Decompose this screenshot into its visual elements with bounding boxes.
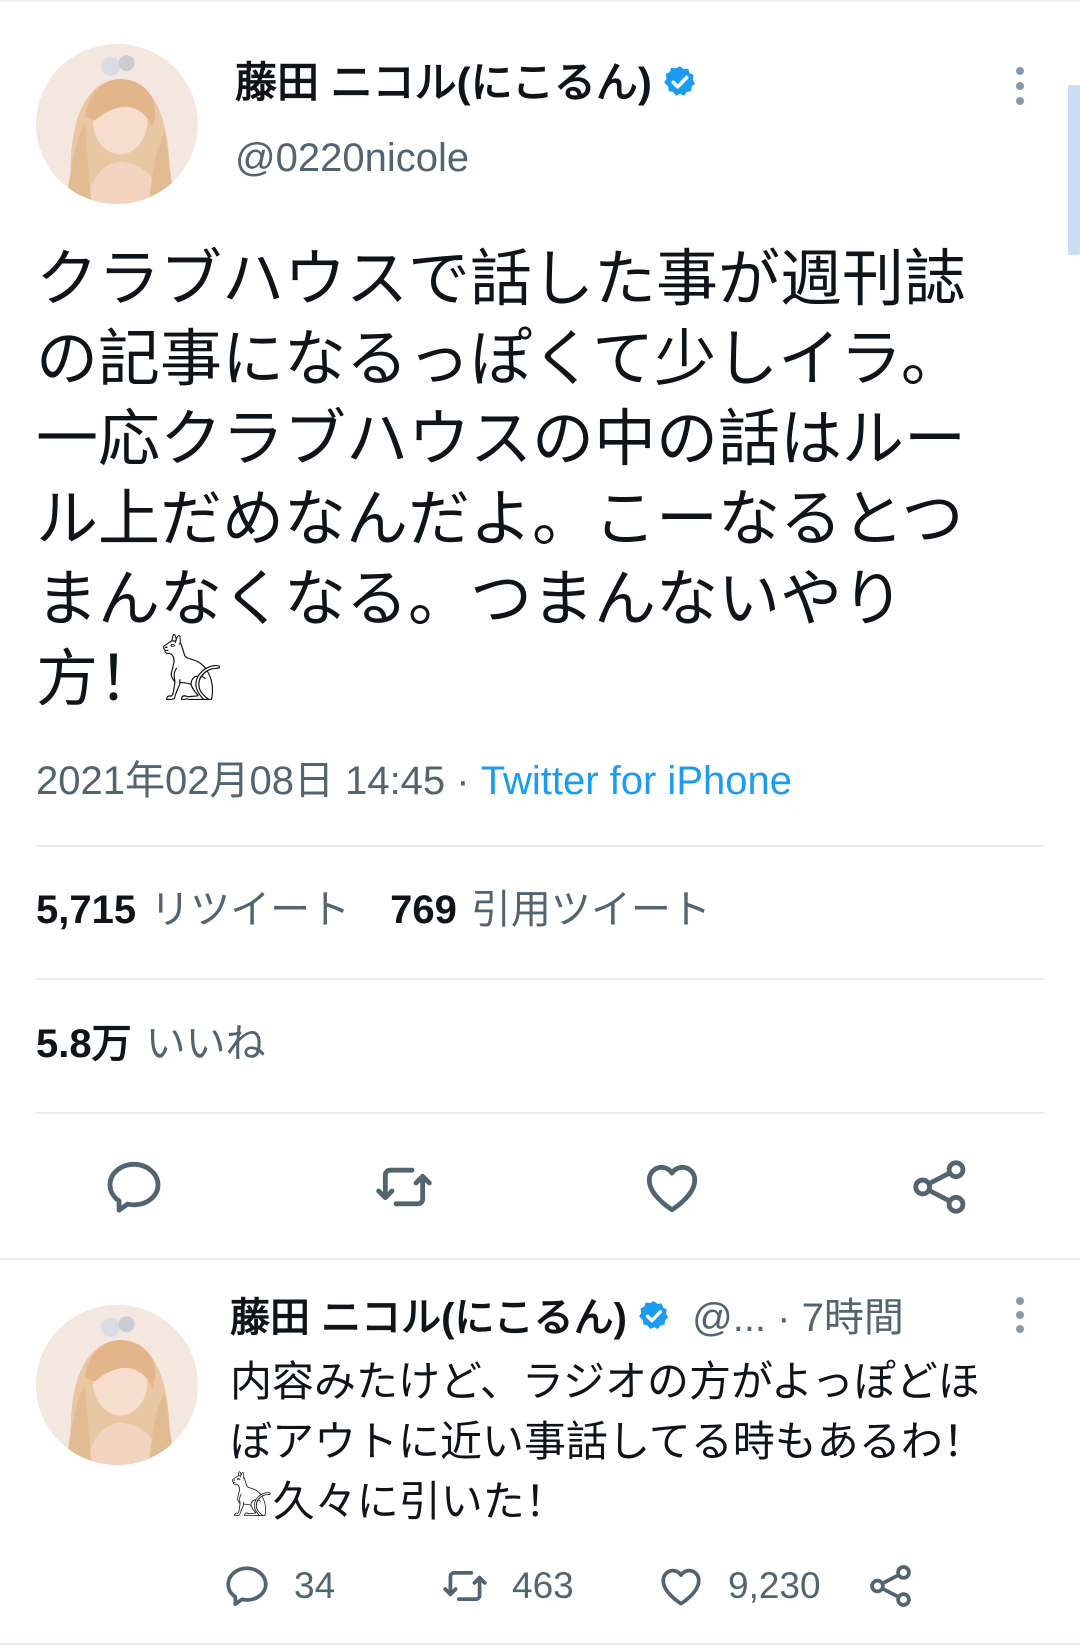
like-icon [661,1568,701,1606]
section-divider [0,1258,1080,1260]
reply-retweet-button[interactable]: 463 [440,1558,574,1614]
author-name[interactable]: 藤田 ニコル(にこるん) [235,59,652,106]
quote-count: 769 [390,888,457,932]
divider [36,1112,1044,1114]
scrollbar[interactable] [1068,85,1080,255]
retweet-icon [443,1571,487,1601]
quote-label: 引用ツイート [470,888,711,932]
reply-share-button[interactable] [866,1558,938,1614]
share-icon [870,1565,911,1607]
reply-like-button[interactable]: 9,230 [656,1558,821,1614]
reply-icon [226,1566,268,1606]
avatar-image [37,44,197,204]
like-stat[interactable]: 5.8万 いいね [36,1016,266,1072]
reply-reply-count: 34 [294,1565,336,1606]
author-avatar[interactable] [36,44,198,204]
author-handle[interactable]: @0220nicole [235,130,469,186]
verified-badge-icon [662,58,698,114]
tweet-source[interactable]: Twitter for iPhone [481,759,792,803]
reply-retweet-count: 463 [512,1565,574,1606]
like-count: 5.8万 [36,1022,132,1066]
reply-handle[interactable]: @... [692,1296,766,1340]
reply-header: 藤田 ニコル(にこるん) @... · 7時間 [230,1290,904,1348]
tweet-text: クラブハウスで話した事が週刊誌 の記事になるっぽくて少しイラ。 一応クラブハウス… [36,245,967,714]
reply-dot: · [766,1296,802,1340]
reply-more-options-icon[interactable] [1014,1297,1026,1333]
meta-separator: · [445,759,481,803]
reply-text: 内容みたけど、ラジオの方がよっぽどほ ぼアウトに近い事話してる時もあるわ！ 𓃠久… [230,1358,985,1525]
like-icon[interactable] [640,1155,704,1219]
retweet-stats-row: 5,715 リツイート 769 引用ツイート [36,882,711,938]
quote-stat[interactable]: 769 引用ツイート [390,888,711,932]
author-name-row[interactable]: 藤田 ニコル(にこるん) [235,55,698,114]
like-label: いいね [145,1022,266,1066]
retweet-label: リツイート [150,888,351,932]
divider [36,978,1044,980]
verified-badge-icon [637,1292,671,1348]
reply-reply-button[interactable]: 34 [222,1558,335,1614]
retweet-icon[interactable] [372,1155,436,1219]
reply-icon[interactable] [102,1155,166,1219]
share-icon[interactable] [908,1155,972,1219]
tweet-datetime[interactable]: 2021年02月08日 14:45 [36,759,445,803]
retweet-count: 5,715 [36,888,137,932]
reply-like-count: 9,230 [728,1565,821,1606]
reply-author-avatar[interactable] [36,1305,198,1465]
top-edge [0,0,1080,2]
reply-time[interactable]: 7時間 [802,1296,904,1340]
reply-author-name[interactable]: 藤田 ニコル(にこるん) [230,1296,627,1340]
retweet-stat[interactable]: 5,715 リツイート [36,888,350,932]
divider [36,845,1044,847]
tweet-meta: 2021年02月08日 14:45 · Twitter for iPhone [36,753,792,809]
more-options-icon[interactable] [1014,67,1026,105]
avatar-image [37,1305,197,1465]
